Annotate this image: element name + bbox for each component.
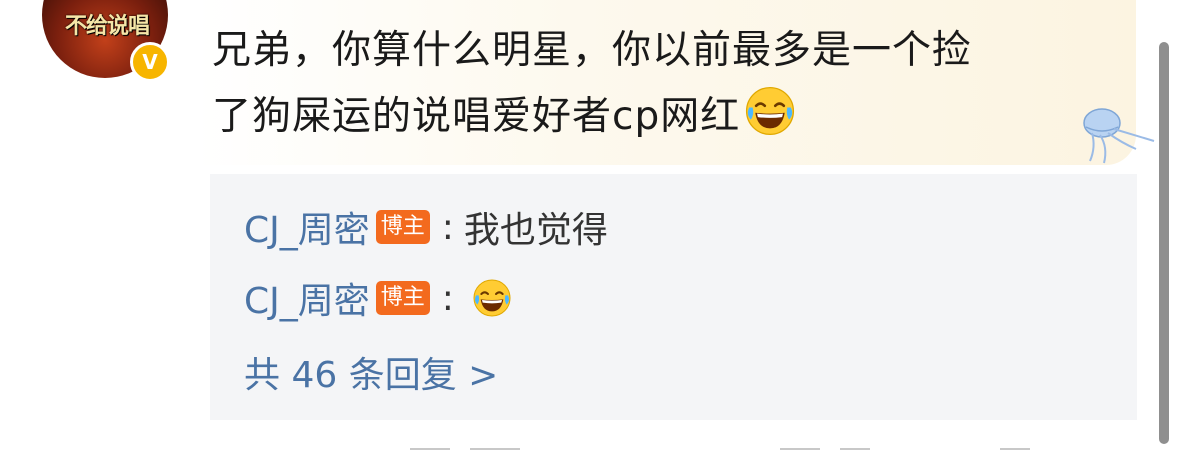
peek-mark	[410, 448, 450, 458]
laughing-tears-emoji-icon	[744, 85, 796, 137]
comment-text: 兄弟，你算什么明星，你以前最多是一个捡 了狗屎运的说唱爱好者cp网红	[212, 18, 1112, 150]
blogger-badge: 博主	[375, 281, 430, 315]
reply-username[interactable]: CJ_周密	[244, 272, 370, 324]
verified-badge-letter: V	[142, 50, 158, 74]
reply-item[interactable]: CJ_周密 博主 : 我也觉得	[244, 202, 608, 252]
v-badge-icon: V	[130, 42, 170, 82]
peek-mark	[1000, 448, 1030, 458]
comment-text-line-1: 兄弟，你算什么明星，你以前最多是一个捡	[212, 28, 973, 73]
comment-text-line-2-text: 了狗屎运的说唱爱好者cp网红	[212, 94, 741, 139]
peek-mark	[780, 448, 820, 458]
bottom-action-bar-peek	[400, 448, 1060, 458]
peek-mark	[470, 448, 520, 458]
reply-username[interactable]: CJ_周密	[244, 201, 370, 253]
scrollbar[interactable]	[1159, 42, 1169, 444]
reply-item[interactable]: CJ_周密 博主 :	[244, 273, 512, 323]
reply-text: 我也觉得	[463, 210, 608, 251]
reply-box[interactable]: CJ_周密 博主 : 我也觉得 CJ_周密 博主 : 共 46 条回复 >	[210, 174, 1137, 420]
blogger-badge: 博主	[375, 210, 430, 244]
jellyfish-icon	[1083, 108, 1155, 164]
laughing-tears-emoji-icon	[472, 278, 512, 318]
more-replies-link[interactable]: 共 46 条回复 >	[244, 346, 498, 398]
reply-colon: :	[441, 206, 454, 248]
reply-colon: :	[441, 277, 454, 319]
peek-mark	[840, 448, 870, 458]
avatar-image-text: 不给说唱	[64, 14, 150, 39]
comment-text-line-2: 了狗屎运的说唱爱好者cp网红	[212, 84, 1112, 150]
